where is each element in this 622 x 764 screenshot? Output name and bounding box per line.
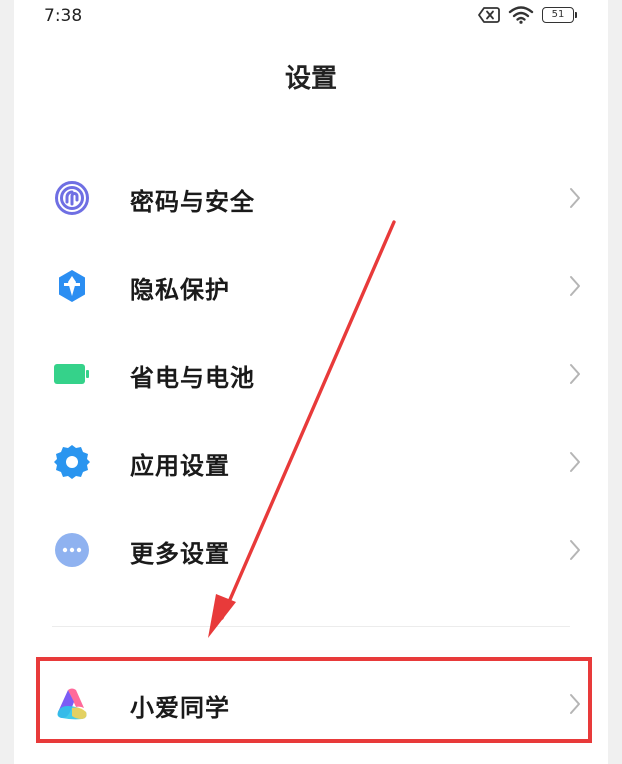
settings-screen: 7:38 51 设置 密码与安全 隐私保护 省电与电池 应用设置 更多设置 小爱… xyxy=(14,0,608,764)
menu-item-label: 省电与电池 xyxy=(130,364,255,392)
privacy-shield-icon xyxy=(59,270,85,302)
chevron-right-icon xyxy=(570,276,580,296)
fingerprint-icon xyxy=(55,181,89,215)
xiaoai-assistant-icon xyxy=(57,688,87,720)
menu-item-password-security[interactable]: 密码与安全 xyxy=(14,158,608,238)
menu-item-label: 小爱同学 xyxy=(130,694,230,722)
page-title: 设置 xyxy=(284,64,337,94)
menu-item-label: 更多设置 xyxy=(130,540,230,568)
more-dots-icon xyxy=(55,533,89,567)
battery-icon xyxy=(54,364,89,384)
section-divider xyxy=(52,626,570,627)
battery-icon: 51 xyxy=(542,7,577,23)
wifi-icon xyxy=(508,6,534,24)
chevron-right-icon xyxy=(570,540,580,560)
menu-item-privacy[interactable]: 隐私保护 xyxy=(14,246,608,326)
menu-item-label: 应用设置 xyxy=(130,452,230,480)
chevron-right-icon xyxy=(570,694,580,714)
menu-item-label: 密码与安全 xyxy=(130,188,255,216)
chevron-right-icon xyxy=(570,452,580,472)
menu-item-xiaoai[interactable]: 小爱同学 xyxy=(14,664,608,744)
chevron-right-icon xyxy=(570,364,580,384)
menu-item-app-settings[interactable]: 应用设置 xyxy=(14,422,608,502)
menu-item-battery[interactable]: 省电与电池 xyxy=(14,334,608,414)
status-icons: 51 xyxy=(478,6,577,24)
status-time: 7:38 xyxy=(44,6,83,26)
status-bar: 7:38 51 xyxy=(14,0,608,34)
sim-disabled-icon xyxy=(478,7,500,23)
menu-item-label: 隐私保护 xyxy=(130,276,230,304)
chevron-right-icon xyxy=(570,188,580,208)
menu-item-more-settings[interactable]: 更多设置 xyxy=(14,510,608,590)
gear-icon xyxy=(54,445,90,479)
